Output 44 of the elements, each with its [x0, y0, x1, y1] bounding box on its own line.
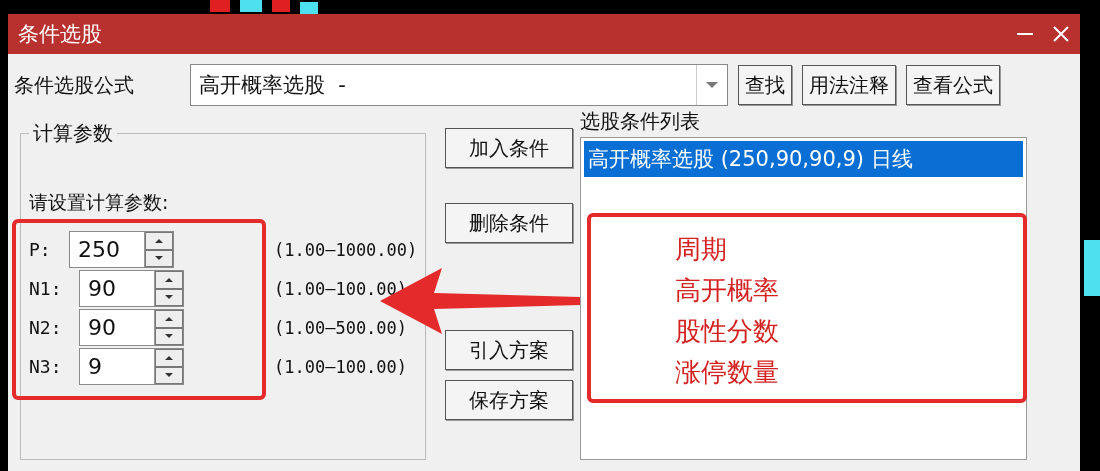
parameter-prompt: 请设置计算参数:	[29, 190, 170, 215]
formula-button[interactable]: 查找	[738, 65, 792, 105]
range-text: (1.00—100.00)	[274, 278, 408, 299]
spin-up-button[interactable]	[155, 271, 183, 289]
spin-box[interactable]: 90	[79, 309, 184, 346]
spin-box[interactable]: 9	[79, 348, 184, 385]
number-field[interactable]: 250	[70, 232, 144, 267]
parameter-label: N3:	[29, 356, 63, 377]
annotation-text: 涨停数量	[675, 356, 780, 389]
action-button[interactable]: 引入方案	[445, 330, 573, 370]
annotation-text: 周期	[675, 233, 728, 266]
number-field[interactable]: 90	[80, 271, 154, 306]
action-button[interactable]: 加入条件	[445, 128, 573, 168]
number-field[interactable]: 9	[80, 349, 154, 384]
parameter-label: N1:	[29, 278, 63, 299]
candle	[210, 0, 230, 12]
list-item[interactable]: 高开概率选股 (250,90,90,9) 日线	[584, 141, 1023, 177]
formula-button[interactable]: 用法注释	[802, 65, 896, 105]
spin-box[interactable]: 90	[79, 270, 184, 307]
number-field[interactable]: 90	[80, 310, 154, 345]
formula-button[interactable]: 查看公式	[906, 65, 1000, 105]
candle	[1084, 240, 1100, 296]
window-title: 条件选股	[18, 21, 103, 48]
candle	[300, 2, 318, 14]
formula-label: 条件选股公式	[14, 71, 135, 99]
spin-up-button[interactable]	[155, 349, 183, 367]
action-button[interactable]: 保存方案	[445, 380, 573, 420]
candle	[272, 0, 290, 12]
list-title: 选股条件列表	[580, 108, 701, 135]
annotation-text: 股性分数	[675, 315, 780, 348]
formula-dropdown[interactable]: 高开概率选股 -	[190, 64, 728, 106]
range-text: (1.00—1000.00)	[274, 239, 418, 260]
group-title: 计算参数	[32, 120, 114, 147]
parameter-label: N2:	[29, 317, 63, 338]
candle	[240, 0, 262, 12]
range-text: (1.00—500.00)	[274, 317, 408, 338]
parameter-label: P:	[29, 239, 52, 260]
spin-up-button[interactable]	[145, 232, 173, 250]
range-text: (1.00—100.00)	[274, 356, 408, 377]
spin-box[interactable]: 250	[69, 231, 174, 268]
close-icon[interactable]	[1052, 25, 1070, 43]
annotation-text: 高开概率	[675, 274, 780, 307]
action-button[interactable]: 删除条件	[445, 203, 573, 243]
spin-up-button[interactable]	[155, 310, 183, 328]
